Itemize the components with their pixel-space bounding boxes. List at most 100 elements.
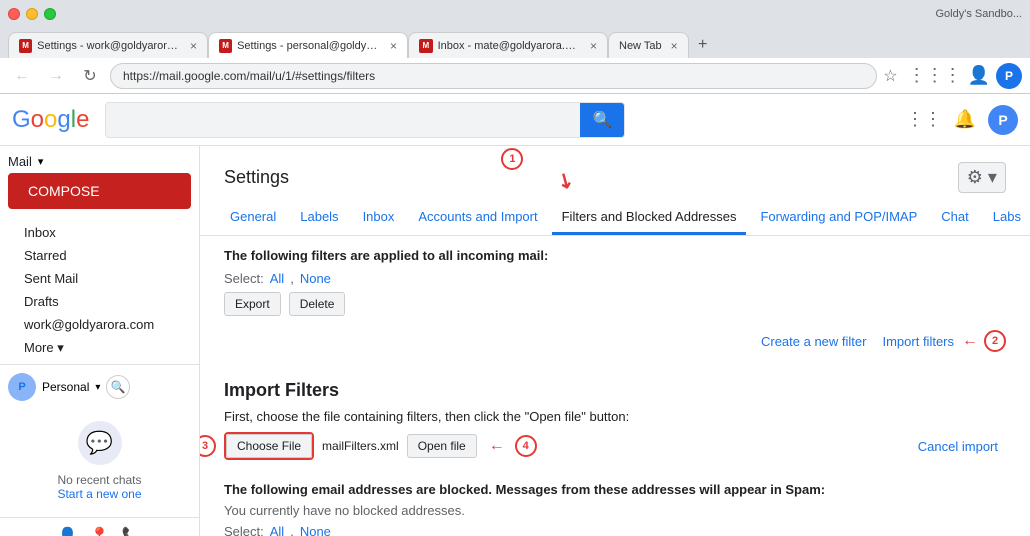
tab-inbox[interactable]: Inbox: [353, 201, 405, 235]
browser-tab-1[interactable]: M Settings - work@goldyarora.c... ×: [8, 32, 208, 58]
annotation-4: 4: [515, 435, 537, 457]
select-label: Select:: [224, 271, 264, 286]
account-avatar[interactable]: P: [988, 105, 1018, 135]
sidebar-divider-1: [0, 364, 199, 365]
tab-title-3: Inbox - mate@goldyarora.com: [438, 40, 581, 52]
user-icon[interactable]: 👤: [968, 65, 990, 86]
filters-section: The following filters are applied to all…: [200, 236, 1030, 372]
import-row: 3 Choose File mailFilters.xml Open file …: [224, 432, 1006, 460]
choose-file-button[interactable]: Choose File: [226, 434, 312, 458]
person-icon[interactable]: 👤: [58, 526, 78, 536]
tab-close-4[interactable]: ×: [671, 39, 678, 53]
cancel-import-link[interactable]: Cancel import: [918, 439, 998, 454]
personal-label: Personal: [42, 380, 89, 394]
choose-file-wrapper: Choose File: [224, 432, 314, 460]
account-section[interactable]: P Personal ▾ 🔍: [0, 369, 199, 405]
browser-tab-3[interactable]: M Inbox - mate@goldyarora.com ×: [408, 32, 608, 58]
search-input[interactable]: [106, 112, 580, 128]
delete-button[interactable]: Delete: [289, 292, 346, 316]
tab-forwarding[interactable]: Forwarding and POP/IMAP: [750, 201, 927, 235]
header-right: ⋮⋮ 🔔 P: [906, 105, 1018, 135]
account-search-icon[interactable]: 🔍: [106, 375, 130, 399]
tab-chat[interactable]: Chat: [931, 201, 978, 235]
blocked-select-all[interactable]: All: [270, 524, 284, 536]
sidebar-item-drafts[interactable]: Drafts: [0, 290, 191, 313]
no-blocked-msg: You currently have no blocked addresses.: [224, 503, 1006, 518]
start-new-chat-link[interactable]: Start a new one: [12, 487, 187, 501]
mail-dropdown-icon[interactable]: ▾: [38, 155, 44, 168]
tab-labs[interactable]: Labs: [983, 201, 1030, 235]
gmail-header: Google 🔍 ⋮⋮ 🔔 P: [0, 94, 1030, 146]
import-filters-link[interactable]: Import filters: [882, 334, 954, 349]
select-none-link[interactable]: None: [300, 271, 331, 286]
grid-menu-icon[interactable]: ⋮⋮⋮: [908, 65, 962, 86]
annotation-arrow-4: ←: [489, 437, 505, 455]
back-button[interactable]: ←: [8, 62, 36, 90]
maximize-button[interactable]: [44, 8, 56, 20]
sidebar-item-starred[interactable]: Starred: [0, 244, 191, 267]
google-logo: Google: [12, 106, 89, 134]
annotation-1: 1: [501, 148, 523, 170]
tab-close-3[interactable]: ×: [590, 39, 597, 53]
blocked-select-label: Select:: [224, 524, 264, 536]
apps-grid-icon[interactable]: ⋮⋮: [906, 109, 942, 130]
more-label: More ▾: [24, 340, 64, 356]
select-row-filters: Select: All , None: [224, 271, 1006, 286]
tab-close-2[interactable]: ×: [390, 39, 397, 53]
browser-chrome: Goldy's Sandbo... M Settings - work@gold…: [0, 0, 1030, 94]
inbox-label: Inbox: [24, 225, 56, 240]
create-filter-link[interactable]: Create a new filter: [761, 334, 867, 349]
select-row-blocked: Select: All , None: [224, 524, 1006, 536]
import-section: Import Filters First, choose the file co…: [200, 380, 1030, 482]
close-button[interactable]: [8, 8, 20, 20]
sidebar-bottom: 👤 📍 📞: [0, 517, 199, 536]
browser-profile-icon[interactable]: P: [996, 63, 1022, 89]
mail-label: Mail: [8, 154, 32, 169]
gmail-wrapper: Google 🔍 ⋮⋮ 🔔 P Mail ▾ COMPOSE: [0, 94, 1030, 536]
settings-title: Settings: [224, 167, 289, 188]
settings-header: Settings 1 ↘ ⚙ ▾: [200, 146, 1030, 201]
tab-filters[interactable]: Filters and Blocked Addresses: [552, 201, 747, 235]
tab-labels[interactable]: Labels: [290, 201, 348, 235]
tab-general[interactable]: General: [220, 201, 286, 235]
tab-title-4: New Tab: [619, 40, 662, 52]
blocked-comma: ,: [290, 524, 294, 536]
browser-tab-2[interactable]: M Settings - personal@goldyaro... ×: [208, 32, 408, 58]
browser-tab-4[interactable]: New Tab ×: [608, 32, 689, 58]
sidebar-item-more[interactable]: More ▾: [0, 336, 191, 360]
select-all-link[interactable]: All: [270, 271, 284, 286]
forward-button[interactable]: →: [42, 62, 70, 90]
blocked-select-none[interactable]: None: [300, 524, 331, 536]
create-import-row: Create a new filter Import filters ← 2: [224, 326, 1006, 360]
import-section-title: Import Filters: [224, 380, 1006, 401]
filters-description: The following filters are applied to all…: [224, 248, 1006, 263]
tab-accounts[interactable]: Accounts and Import: [408, 201, 547, 235]
search-button[interactable]: 🔍: [580, 102, 624, 138]
location-icon[interactable]: 📍: [90, 526, 110, 536]
settings-gear-button[interactable]: ⚙ ▾: [958, 162, 1006, 193]
no-recent-chats: No recent chats: [12, 473, 187, 487]
annotation-2: 2: [984, 330, 1006, 352]
personal-avatar: P: [8, 373, 36, 401]
tab-title-2: Settings - personal@goldyaro...: [237, 40, 381, 52]
open-file-button[interactable]: Open file: [407, 434, 477, 458]
address-input[interactable]: [110, 63, 877, 89]
reload-button[interactable]: ↻: [76, 62, 104, 90]
sidebar-item-work[interactable]: work@goldyarora.com: [0, 313, 191, 336]
compose-button[interactable]: COMPOSE: [8, 173, 191, 209]
export-button[interactable]: Export: [224, 292, 281, 316]
phone-icon[interactable]: 📞: [121, 526, 141, 536]
tab-close-1[interactable]: ×: [190, 39, 197, 53]
sidebar-item-inbox[interactable]: Inbox: [0, 221, 191, 244]
new-tab-button[interactable]: +: [689, 32, 717, 58]
settings-tabs: General Labels Inbox Accounts and Import…: [200, 201, 1030, 236]
tab-favicon-1: M: [19, 39, 32, 53]
chat-avatar: 💬: [78, 421, 122, 465]
chat-section: 💬 No recent chats Start a new one: [0, 405, 199, 509]
minimize-button[interactable]: [26, 8, 38, 20]
blocked-title: The following email addresses are blocke…: [224, 482, 1006, 497]
bookmark-star-icon[interactable]: ☆: [883, 66, 897, 86]
sidebar-item-sent[interactable]: Sent Mail: [0, 267, 191, 290]
notifications-icon[interactable]: 🔔: [950, 105, 980, 135]
content-area: Settings 1 ↘ ⚙ ▾ General Labels Inbox Ac…: [200, 146, 1030, 536]
